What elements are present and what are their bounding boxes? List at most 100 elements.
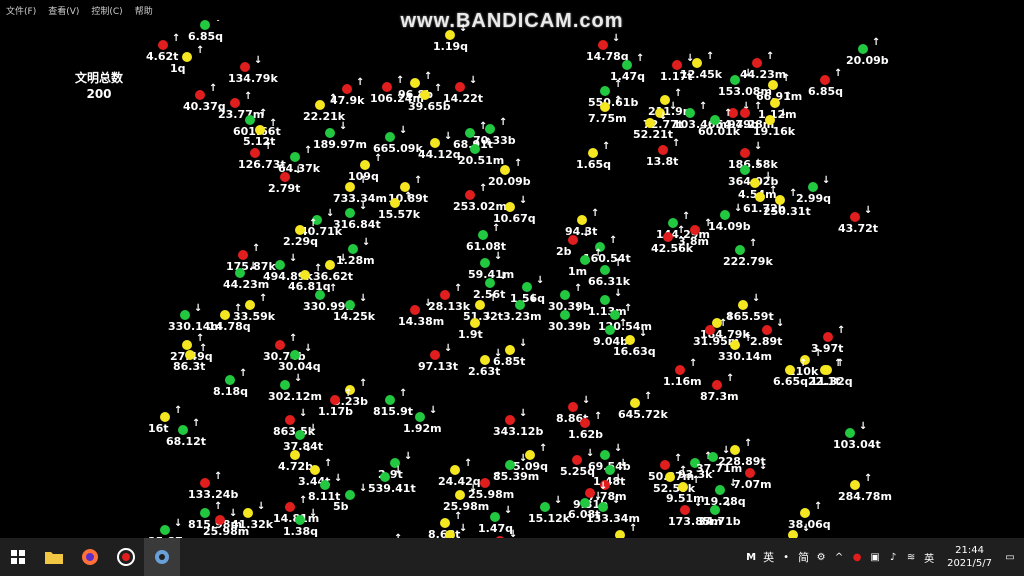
arrow-up-icon: ↑: [799, 358, 808, 369]
civilization-value: 30.04q: [278, 360, 321, 373]
arrow-up-icon: ↑: [689, 358, 698, 369]
arrow-down-icon: ↓: [404, 451, 413, 462]
civilization-dot-red: [195, 90, 205, 100]
arrow-down-icon: ↓: [864, 205, 873, 216]
arrow-up-icon: ↑: [614, 95, 623, 106]
arrow-up-icon: ↑: [769, 185, 778, 196]
tray-app-icon[interactable]: ▣: [869, 551, 881, 563]
system-tray: M 英 • 简 ⚙ ^ ● ▣ ♪ ≋ 英 21:44 2021/5/7 ▭: [745, 538, 1024, 576]
ime-punctuation-icon[interactable]: •: [780, 551, 792, 563]
arrow-up-icon: ↑: [234, 303, 243, 314]
arrow-down-icon: ↓: [459, 523, 468, 534]
civilization-dot-yellow: [788, 530, 798, 538]
civilization-dot-yellow: [470, 318, 480, 328]
civilization-value: 70.33b: [473, 134, 516, 147]
civilization-dot-red: [330, 395, 340, 405]
civilization-value: 14.22t: [443, 92, 484, 105]
civilization-value: 66.31k: [588, 275, 631, 288]
arrow-up-icon: ↑: [872, 37, 881, 48]
civilization-dot-yellow: [182, 340, 192, 350]
tray-record-icon[interactable]: ●: [851, 551, 863, 563]
ime-m-icon[interactable]: M: [745, 551, 757, 563]
arrow-down-icon: ↓: [519, 338, 528, 349]
folder-icon: [45, 552, 63, 564]
arrow-down-icon: ↓: [614, 288, 623, 299]
arrow-up-icon: ↑: [396, 75, 405, 86]
civilization-dot-yellow: [730, 340, 740, 350]
civilization-dot-green: [622, 60, 632, 70]
network-icon[interactable]: ≋: [905, 551, 917, 563]
civilization-dot-yellow: [220, 310, 230, 320]
arrow-up-icon: ↑: [414, 175, 423, 186]
ime-language-indicator[interactable]: 英: [763, 549, 774, 565]
civilization-dot-red: [568, 402, 578, 412]
civilization-dot-red: [440, 290, 450, 300]
arrow-down-icon: ↓: [444, 343, 453, 354]
arrow-up-icon: ↑: [744, 333, 753, 344]
civilization-value: 7.07m: [733, 478, 772, 491]
notifications-icon[interactable]: ▭: [1004, 551, 1016, 563]
civilization-value: 645.72k: [618, 408, 668, 421]
civilization-dot-yellow: [505, 345, 515, 355]
arrow-down-icon: ↓: [529, 293, 538, 304]
civilization-dot-green: [600, 295, 610, 305]
arrow-up-icon: ↑: [619, 318, 628, 329]
civilization-dot-green: [290, 350, 300, 360]
arrow-down-icon: ↓: [339, 121, 348, 132]
taskbar: M 英 • 简 ⚙ ^ ● ▣ ♪ ≋ 英 21:44 2021/5/7 ▭: [0, 538, 1024, 576]
civilization-dot-yellow: [445, 30, 455, 40]
arrow-down-icon: ↓: [469, 75, 478, 86]
arrow-down-icon: ↓: [257, 501, 266, 512]
arrow-up-icon: ↑: [836, 358, 845, 369]
show-hidden-icons-chevron-icon[interactable]: ^: [833, 551, 845, 563]
civilization-dot-yellow: [765, 115, 775, 125]
arrow-up-icon: ↑: [674, 453, 683, 464]
volume-icon[interactable]: ♪: [887, 551, 899, 563]
civilization-dot-red: [690, 225, 700, 235]
arrow-up-icon: ↑: [644, 391, 653, 402]
arrow-up-icon: ↑: [359, 175, 368, 186]
arrow-down-icon: ↓: [612, 33, 621, 44]
arrow-up-icon: ↑: [484, 137, 493, 148]
civilization-dot-red: [762, 325, 772, 335]
ime-tray-icon[interactable]: 英: [923, 551, 935, 565]
arrow-up-icon: ↑: [719, 318, 728, 329]
civilization-dot-red: [505, 415, 515, 425]
bandicam-button[interactable]: [108, 538, 144, 576]
civilization-value: 20.09b: [488, 175, 531, 188]
arrow-up-icon: ↑: [614, 258, 623, 269]
civilization-dot-green: [385, 132, 395, 142]
file-explorer-button[interactable]: [36, 538, 72, 576]
civilization-value: 1.38q: [283, 525, 319, 538]
app-button-active[interactable]: [144, 538, 180, 576]
civilization-value: 1.9t: [458, 328, 483, 341]
arrow-up-icon: ↑: [574, 283, 583, 294]
clock[interactable]: 21:44 2021/5/7: [947, 544, 992, 570]
civilization-value: 14.25k: [333, 310, 376, 323]
civilization-value: 6.85q: [188, 30, 224, 43]
arrow-up-icon: ↑: [209, 83, 218, 94]
arrow-down-icon: ↓: [759, 461, 768, 472]
arrow-up-icon: ↑: [344, 388, 353, 399]
civilization-dot-green: [735, 245, 745, 255]
civilization-dot-yellow: [577, 215, 587, 225]
civilization-dot-yellow: [755, 192, 765, 202]
ime-mode-indicator[interactable]: 简: [798, 549, 809, 565]
arrow-up-icon: ↑: [766, 51, 775, 62]
civilization-dot-green: [858, 44, 868, 54]
ime-settings-icon[interactable]: ⚙: [815, 551, 827, 563]
firefox-button[interactable]: [72, 538, 108, 576]
civilization-dot-green: [710, 505, 720, 515]
arrow-up-icon: ↑: [299, 495, 308, 506]
civilization-dot-red: [745, 468, 755, 478]
arrow-down-icon: ↓: [424, 298, 433, 309]
civilization-dot-green: [808, 182, 818, 192]
civilization-dot-green: [580, 498, 590, 508]
civilization-value: 8.18q: [213, 385, 249, 398]
civilization-dot-yellow: [295, 225, 305, 235]
arrow-up-icon: ↑: [196, 45, 205, 56]
start-button[interactable]: [0, 538, 36, 576]
civilization-value: 4.72b: [278, 460, 314, 473]
arrow-down-icon: ↓: [339, 253, 348, 264]
arrow-up-icon: ↑: [454, 511, 463, 522]
